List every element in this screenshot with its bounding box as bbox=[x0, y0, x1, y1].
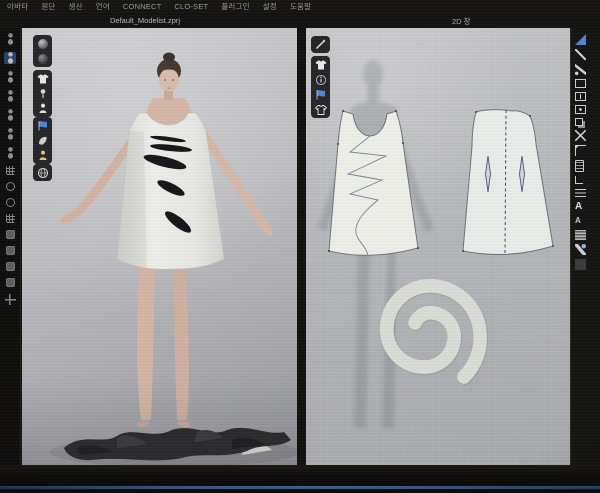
accessory-icon[interactable] bbox=[6, 182, 15, 191]
pattern-back-piece[interactable] bbox=[462, 110, 554, 255]
2d-show-toolbar bbox=[311, 56, 330, 118]
pen-icon[interactable] bbox=[315, 39, 327, 50]
fabric-flag-icon[interactable] bbox=[315, 89, 327, 100]
polygon-pen-icon[interactable] bbox=[575, 64, 586, 75]
menu-item-clo-set[interactable]: CLO-SET bbox=[174, 2, 208, 11]
avatar-pose-icon-2[interactable] bbox=[4, 52, 16, 64]
avatar-3d-scene bbox=[22, 28, 297, 465]
2d-viewport[interactable] bbox=[306, 28, 570, 471]
info-icon[interactable] bbox=[315, 74, 327, 85]
ring-tool-icon[interactable] bbox=[6, 198, 15, 207]
avatar-pose-icon-6[interactable] bbox=[5, 128, 16, 140]
menu-bar: 아바타 원단 생산 언어 CONNECT CLO-SET 플러그인 설정 도움말 bbox=[0, 0, 600, 13]
globe-toolbar bbox=[33, 164, 52, 181]
menu-item-help[interactable]: 도움말 bbox=[290, 1, 311, 12]
left-tool-strip bbox=[0, 28, 21, 465]
avatar-pose-icon-4[interactable] bbox=[5, 90, 16, 102]
dark-tool-icon[interactable] bbox=[575, 259, 586, 270]
library-box-icon-3[interactable] bbox=[6, 262, 15, 271]
avatar-bust-icon[interactable] bbox=[37, 150, 49, 161]
sleeve-icon[interactable] bbox=[37, 135, 49, 146]
fabric-toolbar bbox=[33, 117, 52, 164]
viewport-divider[interactable] bbox=[297, 28, 306, 471]
pattern-2d-scene bbox=[306, 28, 570, 471]
globe-icon[interactable] bbox=[37, 167, 49, 178]
menu-item-language[interactable]: 언어 bbox=[96, 1, 110, 12]
seam-allowance-icon[interactable] bbox=[575, 188, 586, 197]
render-toolbar bbox=[33, 35, 52, 67]
library-box-icon-4[interactable] bbox=[6, 278, 15, 287]
avatar-pose-icon-7[interactable] bbox=[5, 147, 16, 159]
sewing-brush-icon[interactable] bbox=[575, 244, 586, 255]
menu-item-production[interactable]: 생산 bbox=[69, 1, 83, 12]
text-tool-icon[interactable]: A bbox=[575, 201, 582, 212]
trace-icon[interactable] bbox=[575, 145, 586, 156]
edit-curve-icon[interactable] bbox=[575, 49, 586, 60]
avatar-right-leg bbox=[174, 263, 189, 420]
clone-icon[interactable] bbox=[575, 118, 583, 126]
avatar-pose-icon-1[interactable] bbox=[5, 33, 16, 45]
3d-viewport[interactable] bbox=[22, 28, 297, 465]
garment-icon[interactable] bbox=[315, 59, 327, 70]
cut-sew-icon[interactable] bbox=[575, 130, 586, 141]
show-toolbar bbox=[33, 70, 52, 117]
notch-icon[interactable] bbox=[575, 176, 583, 184]
garment-icon[interactable] bbox=[37, 73, 49, 84]
grid-tool-icon[interactable] bbox=[6, 214, 15, 223]
garment-library-icon[interactable] bbox=[6, 166, 15, 175]
tab-bar: Default_Modelist.zprj 2D 창 bbox=[0, 13, 600, 28]
panel-2d-title: 2D 창 bbox=[452, 16, 471, 27]
menu-item-avatar[interactable]: 아바타 bbox=[7, 1, 28, 12]
menu-item-fabric[interactable]: 원단 bbox=[41, 1, 55, 12]
document-icon[interactable] bbox=[575, 160, 584, 172]
pattern-icon[interactable] bbox=[315, 104, 327, 115]
menu-item-settings[interactable]: 설정 bbox=[263, 1, 277, 12]
shading-sphere-icon[interactable] bbox=[37, 38, 49, 49]
avatar-icon[interactable] bbox=[37, 103, 49, 114]
pattern-spiral-piece[interactable] bbox=[387, 286, 481, 378]
rounded-dart-icon[interactable] bbox=[575, 105, 586, 114]
layers-icon[interactable] bbox=[575, 230, 586, 240]
texture-sphere-icon[interactable] bbox=[37, 53, 49, 64]
transform-pattern-icon[interactable] bbox=[575, 34, 586, 45]
move-cross-icon[interactable] bbox=[5, 294, 16, 305]
library-box-icon-2[interactable] bbox=[6, 246, 15, 255]
dart-icon[interactable] bbox=[575, 92, 586, 101]
rectangle-icon[interactable] bbox=[575, 79, 586, 88]
pin-icon[interactable] bbox=[37, 88, 49, 99]
library-box-icon-1[interactable] bbox=[6, 230, 15, 239]
bezel-blue-strip bbox=[0, 486, 600, 489]
grading-icon[interactable]: A bbox=[575, 216, 581, 226]
menu-item-connect[interactable]: CONNECT bbox=[123, 2, 161, 11]
project-tab[interactable]: Default_Modelist.zprj bbox=[110, 16, 180, 25]
fabric-flag-icon[interactable] bbox=[37, 120, 49, 131]
avatar-pose-icon-3[interactable] bbox=[5, 71, 16, 83]
avatar-pose-icon-5[interactable] bbox=[5, 109, 16, 121]
2d-pen-toolbar bbox=[311, 36, 330, 53]
avatar-left-leg bbox=[137, 263, 155, 420]
right-tool-strip: A A bbox=[570, 28, 600, 471]
menu-item-plugin[interactable]: 플러그인 bbox=[221, 1, 249, 12]
